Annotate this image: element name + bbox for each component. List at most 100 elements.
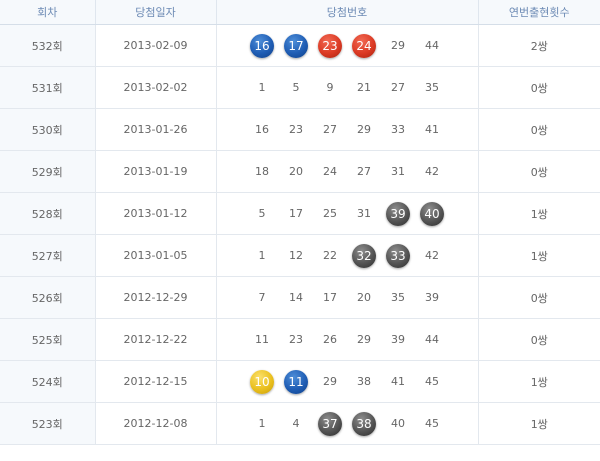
number-slot: 35 xyxy=(415,74,449,102)
table-row: 523회 2012-12-08 1 4 37 38 40 45 1쌍 xyxy=(0,402,600,445)
winning-numbers: 10 11 29 38 41 45 xyxy=(217,368,478,396)
winning-numbers: 11 23 26 29 39 44 xyxy=(217,326,478,354)
number-slot: 33 xyxy=(381,116,415,144)
lotto-number: 27 xyxy=(391,81,405,94)
number-slot: 16 xyxy=(245,32,279,60)
date-cell: 2013-01-05 xyxy=(95,234,217,277)
table-row: 528회 2013-01-12 5 17 25 31 39 40 1쌍 xyxy=(0,192,600,235)
number-slot: 11 xyxy=(279,368,313,396)
date-cell: 2013-01-12 xyxy=(95,192,217,235)
lotto-number: 27 xyxy=(357,165,371,178)
table-row: 524회 2012-12-15 10 11 29 38 41 45 1쌍 xyxy=(0,360,600,403)
lotto-number: 42 xyxy=(425,249,439,262)
lotto-number: 35 xyxy=(391,291,405,304)
table-row: 530회 2013-01-26 16 23 27 29 33 41 0쌍 xyxy=(0,108,600,151)
number-slot: 27 xyxy=(381,74,415,102)
lotto-number: 11 xyxy=(255,333,269,346)
numbers-cell: 11 23 26 29 39 44 xyxy=(216,318,479,361)
number-slot: 5 xyxy=(245,200,279,228)
lotto-number: 24 xyxy=(323,165,337,178)
numbers-cell: 16 23 27 29 33 41 xyxy=(216,108,479,151)
date-cell: 2013-02-02 xyxy=(95,66,217,109)
consecutive-count-cell: 0쌍 xyxy=(478,318,600,361)
winning-numbers: 18 20 24 27 31 42 xyxy=(217,158,478,186)
number-slot: 27 xyxy=(347,158,381,186)
consecutive-count-cell: 1쌍 xyxy=(478,234,600,277)
date-cell: 2012-12-22 xyxy=(95,318,217,361)
number-slot: 27 xyxy=(313,116,347,144)
table-row: 532회 2013-02-09 16 17 23 24 29 44 2쌍 xyxy=(0,24,600,67)
lotto-number: 25 xyxy=(323,207,337,220)
number-slot: 24 xyxy=(313,158,347,186)
consecutive-count-cell: 1쌍 xyxy=(478,402,600,445)
number-slot: 44 xyxy=(415,326,449,354)
lotto-number: 29 xyxy=(357,333,371,346)
header-numbers: 당첨번호 xyxy=(216,0,479,25)
table-row: 526회 2012-12-29 7 14 17 20 35 39 0쌍 xyxy=(0,276,600,319)
lotto-ball-gray: 37 xyxy=(318,411,342,436)
lotto-number: 12 xyxy=(289,249,303,262)
lotto-number: 9 xyxy=(326,81,334,94)
numbers-cell: 1 12 22 32 33 42 xyxy=(216,234,479,277)
number-slot: 12 xyxy=(279,242,313,270)
number-slot: 41 xyxy=(415,116,449,144)
number-slot: 41 xyxy=(381,368,415,396)
table-header: 회차 당첨일자 당첨번호 연번출현횟수 xyxy=(0,0,600,25)
table-row: 529회 2013-01-19 18 20 24 27 31 42 0쌍 xyxy=(0,150,600,193)
date-cell: 2013-02-09 xyxy=(95,24,217,67)
date-cell: 2012-12-08 xyxy=(95,402,217,445)
number-slot: 45 xyxy=(415,410,449,438)
round-cell: 523회 xyxy=(0,402,96,445)
number-slot: 38 xyxy=(347,410,381,438)
lotto-number: 4 xyxy=(292,417,300,430)
lotto-number: 41 xyxy=(391,375,405,388)
lotto-number: 38 xyxy=(357,375,371,388)
lotto-number: 1 xyxy=(258,81,266,94)
number-slot: 5 xyxy=(279,74,313,102)
lotto-number: 29 xyxy=(323,375,337,388)
number-slot: 17 xyxy=(313,284,347,312)
number-slot: 39 xyxy=(381,200,415,228)
number-slot: 10 xyxy=(245,368,279,396)
lotto-number: 29 xyxy=(391,39,405,52)
consecutive-count-cell: 1쌍 xyxy=(478,360,600,403)
lotto-number: 17 xyxy=(289,207,303,220)
consecutive-count-cell: 0쌍 xyxy=(478,66,600,109)
lotto-ball-gray: 33 xyxy=(386,243,410,268)
number-slot: 40 xyxy=(415,200,449,228)
number-slot: 1 xyxy=(245,242,279,270)
round-cell: 528회 xyxy=(0,192,96,235)
lotto-number: 23 xyxy=(289,123,303,136)
round-cell: 530회 xyxy=(0,108,96,151)
lotto-ball-blue: 16 xyxy=(250,33,274,58)
lotto-number: 18 xyxy=(255,165,269,178)
consecutive-count-cell: 2쌍 xyxy=(478,24,600,67)
numbers-cell: 1 4 37 38 40 45 xyxy=(216,402,479,445)
lotto-ball-blue: 11 xyxy=(284,369,308,394)
number-slot: 38 xyxy=(347,368,381,396)
number-slot: 37 xyxy=(313,410,347,438)
number-slot: 31 xyxy=(347,200,381,228)
lotto-number: 22 xyxy=(323,249,337,262)
lotto-number: 26 xyxy=(323,333,337,346)
lotto-number: 44 xyxy=(425,39,439,52)
number-slot: 4 xyxy=(279,410,313,438)
header-date: 당첨일자 xyxy=(95,0,217,25)
round-cell: 524회 xyxy=(0,360,96,403)
winning-numbers: 16 17 23 24 29 44 xyxy=(217,32,478,60)
number-slot: 39 xyxy=(381,326,415,354)
winning-numbers: 1 12 22 32 33 42 xyxy=(217,242,478,270)
header-row: 회차 당첨일자 당첨번호 연번출현횟수 xyxy=(0,0,600,25)
table-row: 525회 2012-12-22 11 23 26 29 39 44 0쌍 xyxy=(0,318,600,361)
number-slot: 39 xyxy=(415,284,449,312)
number-slot: 14 xyxy=(279,284,313,312)
number-slot: 17 xyxy=(279,200,313,228)
winning-numbers: 1 5 9 21 27 35 xyxy=(217,74,478,102)
lotto-number: 17 xyxy=(323,291,337,304)
lotto-number: 7 xyxy=(258,291,266,304)
lotto-number: 39 xyxy=(425,291,439,304)
number-slot: 42 xyxy=(415,242,449,270)
round-cell: 525회 xyxy=(0,318,96,361)
lotto-number: 5 xyxy=(292,81,300,94)
lotto-number: 31 xyxy=(391,165,405,178)
